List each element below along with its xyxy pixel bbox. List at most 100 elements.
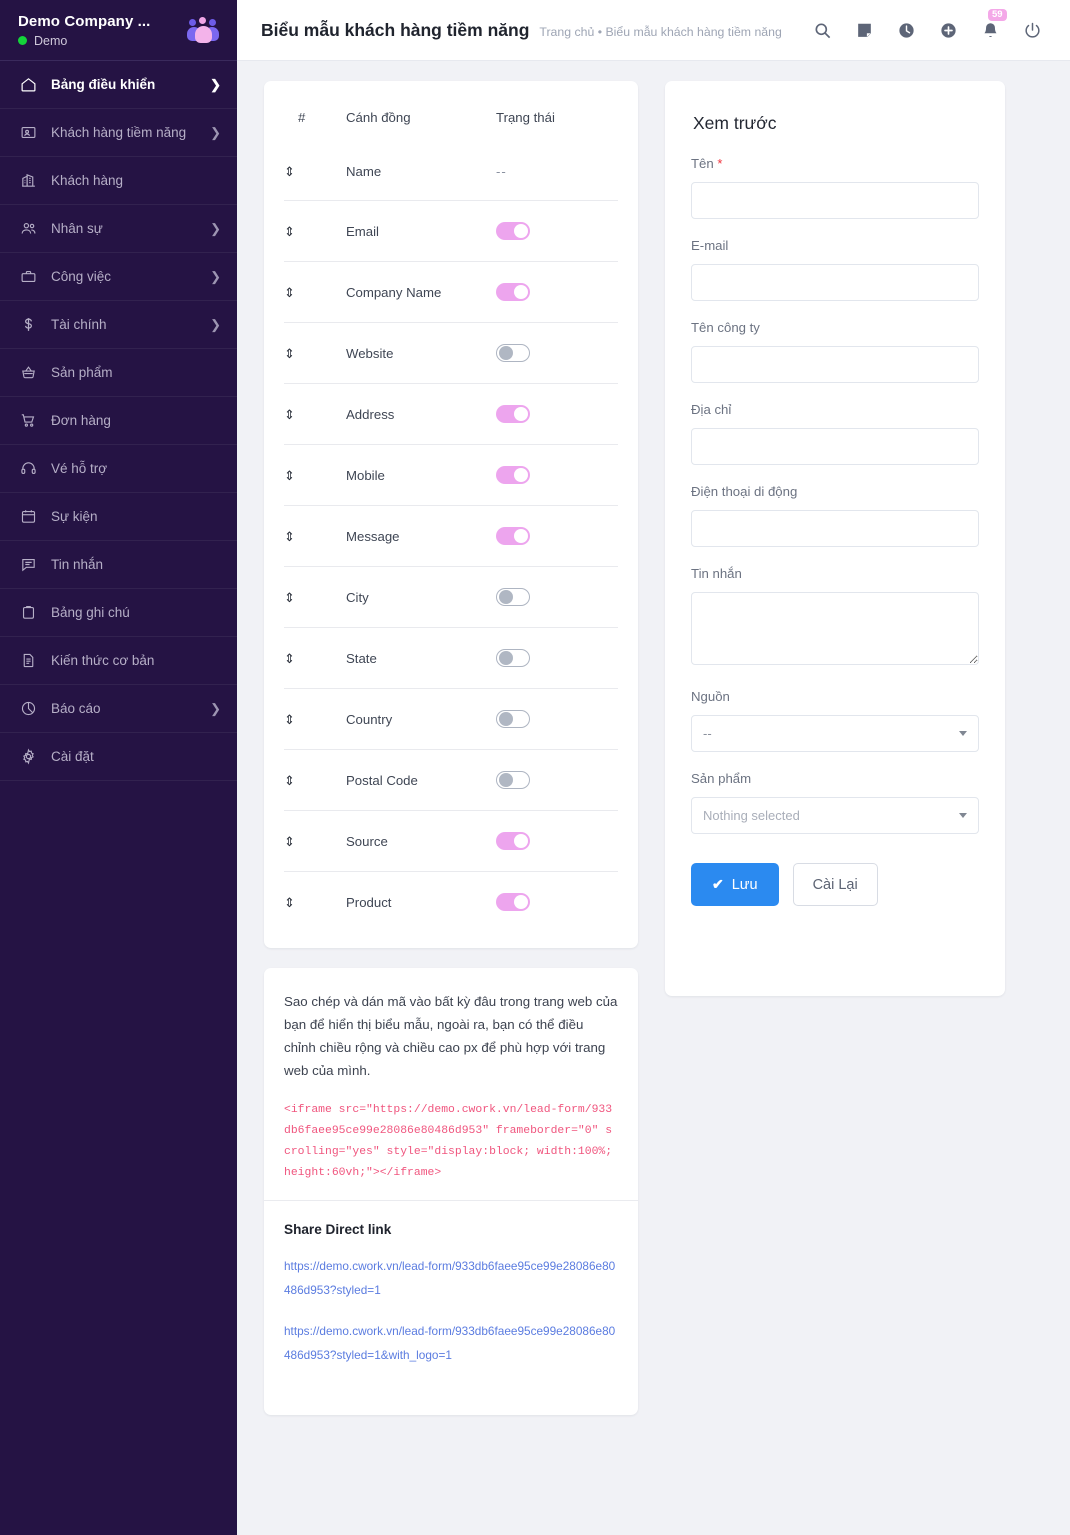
- share-section: Share Direct link https://demo.cwork.vn/…: [284, 1201, 618, 1397]
- table-row: ⇕ Source: [284, 810, 618, 872]
- status-toggle[interactable]: [496, 832, 530, 850]
- sidebar-item-label: Vé hỗ trợ: [51, 461, 108, 476]
- share-title: Share Direct link: [284, 1222, 392, 1237]
- sidebar-item-products[interactable]: Sản phẩm: [0, 349, 237, 397]
- sidebar-item-orders[interactable]: Đơn hàng: [0, 397, 237, 445]
- sidebar-item-customers[interactable]: Khách hàng: [0, 157, 237, 205]
- label-mobile: Điện thoại di động: [691, 484, 798, 499]
- input-address[interactable]: [691, 428, 979, 465]
- sidebar-item-work[interactable]: Công việc ❯: [0, 253, 237, 301]
- sidebar-item-dashboard[interactable]: Bảng điều khiển ❯: [0, 61, 237, 109]
- input-email[interactable]: [691, 264, 979, 301]
- clock-icon[interactable]: [896, 20, 917, 41]
- search-icon[interactable]: [812, 20, 833, 41]
- status-toggle[interactable]: [496, 283, 530, 301]
- drag-handle-icon[interactable]: ⇕: [284, 286, 295, 299]
- label-text: Tên: [691, 156, 714, 171]
- input-company-name[interactable]: [691, 346, 979, 383]
- table-row: ⇕ Email: [284, 200, 618, 262]
- topbar-icons: 59: [812, 8, 1043, 41]
- drag-handle-icon[interactable]: ⇕: [284, 408, 295, 421]
- drag-handle-icon[interactable]: ⇕: [284, 591, 295, 604]
- table-row: ⇕ Message: [284, 505, 618, 567]
- table-row: ⇕ Mobile: [284, 444, 618, 506]
- plus-circle-icon[interactable]: [938, 20, 959, 41]
- chevron-right-icon: ❯: [210, 701, 221, 716]
- drag-handle-icon[interactable]: ⇕: [284, 835, 295, 848]
- drag-handle-icon[interactable]: ⇕: [284, 225, 295, 238]
- sidebar-item-leads[interactable]: Khách hàng tiềm năng ❯: [0, 109, 237, 157]
- drag-handle-icon[interactable]: ⇕: [284, 530, 295, 543]
- notification-badge: 59: [988, 8, 1007, 21]
- chevron-down-icon: [959, 731, 967, 736]
- sidebar-item-events[interactable]: Sự kiện: [0, 493, 237, 541]
- status-toggle[interactable]: [496, 405, 530, 423]
- sidebar-item-label: Nhân sự: [51, 221, 103, 236]
- table-row: ⇕ Product: [284, 871, 618, 932]
- status-empty: --: [496, 164, 507, 179]
- embed-code-snippet[interactable]: <iframe src="https://demo.cwork.vn/lead-…: [284, 1100, 618, 1184]
- sidebar-item-tickets[interactable]: Vé hỗ trợ: [0, 445, 237, 493]
- sidebar-item-label: Tài chính: [51, 317, 107, 332]
- sidebar-item-notes[interactable]: Bảng ghi chú: [0, 589, 237, 637]
- users-icon: [19, 220, 37, 238]
- status-toggle[interactable]: [496, 588, 530, 606]
- topbar: Biểu mẫu khách hàng tiềm năng Trang chủ …: [237, 0, 1070, 61]
- share-link-styled-logo[interactable]: https://demo.cwork.vn/lead-form/933db6fa…: [284, 1319, 618, 1367]
- status-toggle[interactable]: [496, 649, 530, 667]
- building-icon: [19, 172, 37, 190]
- chevron-right-icon: ❯: [210, 77, 221, 92]
- select-product[interactable]: Nothing selected: [691, 797, 979, 834]
- input-message[interactable]: [691, 592, 979, 665]
- label-company-name: Tên công ty: [691, 320, 760, 335]
- drag-handle-icon[interactable]: ⇕: [284, 774, 295, 787]
- form-actions: ✔ Lưu Cài Lại: [691, 863, 979, 906]
- drag-handle-icon[interactable]: ⇕: [284, 896, 295, 909]
- basket-icon: [19, 364, 37, 382]
- status-toggle[interactable]: [496, 527, 530, 545]
- bell-icon[interactable]: 59: [980, 8, 1007, 41]
- preview-title: Xem trước: [693, 113, 777, 133]
- column-header-field: Cánh đồng: [346, 110, 411, 125]
- label-source: Nguồn: [691, 689, 730, 704]
- label-email: E-mail: [691, 238, 729, 253]
- people-group-icon: [187, 15, 221, 45]
- drag-handle-icon[interactable]: ⇕: [284, 713, 295, 726]
- drag-handle-icon[interactable]: ⇕: [284, 165, 295, 178]
- online-dot-icon: [18, 36, 27, 45]
- input-name[interactable]: [691, 182, 979, 219]
- drag-handle-icon[interactable]: ⇕: [284, 469, 295, 482]
- share-link-styled[interactable]: https://demo.cwork.vn/lead-form/933db6fa…: [284, 1254, 618, 1302]
- sidebar-item-knowledge-base[interactable]: Kiến thức cơ bản: [0, 637, 237, 685]
- power-icon[interactable]: [1022, 20, 1043, 41]
- status-toggle[interactable]: [496, 710, 530, 728]
- status-toggle[interactable]: [496, 344, 530, 362]
- status-toggle[interactable]: [496, 893, 530, 911]
- sidebar-item-label: Khách hàng tiềm năng: [51, 125, 187, 140]
- sidebar-item-hr[interactable]: Nhân sự ❯: [0, 205, 237, 253]
- save-button[interactable]: ✔ Lưu: [691, 863, 779, 906]
- field-name: State: [346, 627, 496, 689]
- sidebar-item-finance[interactable]: Tài chính ❯: [0, 301, 237, 349]
- field-name: Country: [346, 688, 496, 750]
- input-mobile[interactable]: [691, 510, 979, 547]
- fields-card: # Cánh đồng Trạng thái ⇕ Name -- ⇕ Email…: [264, 81, 638, 948]
- right-column: Xem trước Tên * E-mail Tên công ty Địa c…: [665, 81, 1005, 996]
- status-toggle[interactable]: [496, 771, 530, 789]
- select-source[interactable]: --: [691, 715, 979, 752]
- sidebar-item-reports[interactable]: Báo cáo ❯: [0, 685, 237, 733]
- table-row: ⇕ Website: [284, 322, 618, 384]
- sidebar-item-settings[interactable]: Cài đặt: [0, 733, 237, 781]
- status-toggle[interactable]: [496, 222, 530, 240]
- reset-button[interactable]: Cài Lại: [792, 863, 878, 906]
- form-group-product: Sản phẩm Nothing selected: [691, 771, 979, 834]
- label-address: Địa chỉ: [691, 402, 732, 417]
- brand-header[interactable]: Demo Company ... Demo: [0, 0, 237, 61]
- sidebar-item-messages[interactable]: Tin nhắn: [0, 541, 237, 589]
- drag-handle-icon[interactable]: ⇕: [284, 652, 295, 665]
- note-icon[interactable]: [854, 20, 875, 41]
- status-toggle[interactable]: [496, 466, 530, 484]
- company-status: Demo: [18, 34, 187, 48]
- drag-handle-icon[interactable]: ⇕: [284, 347, 295, 360]
- company-status-label: Demo: [34, 33, 68, 48]
